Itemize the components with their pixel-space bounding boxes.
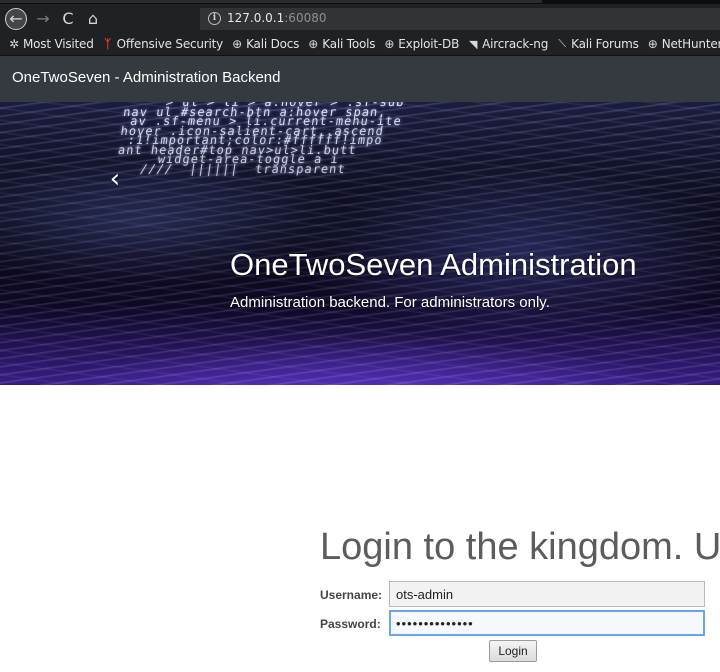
- carousel-prev-chevron-icon[interactable]: ‹: [104, 166, 126, 192]
- globe-icon: ⊕: [308, 37, 319, 51]
- site-navbar: OneTwoSeven - Administration Backend: [0, 56, 720, 102]
- reload-icon[interactable]: C: [56, 7, 80, 31]
- bookmark-exploit-db[interactable]: ⊕ Exploit-DB: [383, 37, 459, 51]
- gear-icon: ✲: [9, 37, 19, 51]
- bookmark-label: Exploit-DB: [398, 37, 460, 51]
- site-brand-link[interactable]: OneTwoSeven - Administration Backend: [12, 69, 280, 86]
- url-host: 127.0.0.1: [227, 11, 285, 25]
- kali-forums-icon: ⟍: [558, 37, 566, 50]
- aircrack-icon: ◥: [468, 37, 478, 51]
- url-port: :60080: [284, 11, 327, 25]
- bookmark-kali-docs[interactable]: ⊕ Kali Docs: [231, 37, 299, 51]
- bookmark-offensive-security[interactable]: ᛉ Offensive Security: [102, 37, 223, 51]
- hero-title: OneTwoSeven Administration: [230, 247, 637, 282]
- bookmark-label: Kali Tools: [322, 37, 376, 51]
- bookmark-kali-forums[interactable]: ⟍ Kali Forums: [556, 37, 639, 51]
- bookmark-most-visited[interactable]: ✲ Most Visited: [8, 37, 94, 51]
- kali-dragon-icon: ᛉ: [104, 37, 112, 51]
- bookmark-label: Aircrack-ng: [482, 37, 549, 51]
- bookmarks-toolbar: ✲ Most Visited ᛉ Offensive Security ⊕ Ka…: [0, 33, 720, 56]
- login-heading: Login to the kingdom. U: [320, 526, 720, 568]
- active-tab[interactable]: [0, 0, 542, 3]
- address-bar[interactable]: i 127.0.0.1:60080: [200, 8, 720, 30]
- hero-carousel: > ul > li > a:hover > .sf-subnav ul #sea…: [0, 102, 720, 385]
- hero-subtitle: Administration backend. For administrato…: [230, 294, 550, 311]
- bookmark-label: NetHunter: [661, 37, 720, 51]
- login-button[interactable]: Login: [489, 640, 537, 662]
- forward-arrow-icon[interactable]: →: [31, 7, 55, 31]
- navigation-toolbar: ← → C ⌂ i 127.0.0.1:60080: [0, 4, 720, 33]
- bookmark-nethunter[interactable]: ⊕ NetHunter: [647, 37, 720, 51]
- back-arrow-icon[interactable]: ←: [5, 8, 27, 30]
- bookmark-label: Kali Forums: [571, 37, 639, 51]
- globe-icon: ⊕: [647, 37, 658, 51]
- password-label: Password:: [320, 617, 381, 631]
- password-input[interactable]: [389, 610, 705, 636]
- bookmark-aircrack-ng[interactable]: ◥ Aircrack-ng: [467, 37, 548, 51]
- bookmark-label: Kali Docs: [246, 37, 300, 51]
- username-label: Username:: [320, 588, 383, 602]
- globe-icon: ⊕: [232, 37, 243, 51]
- home-icon[interactable]: ⌂: [81, 7, 105, 31]
- bookmark-kali-tools[interactable]: ⊕ Kali Tools: [307, 37, 375, 51]
- info-icon[interactable]: i: [208, 12, 221, 25]
- username-input[interactable]: [389, 581, 705, 607]
- url-text: 127.0.0.1:60080: [227, 11, 326, 25]
- hero-overlay: [0, 102, 720, 385]
- bookmark-label: Offensive Security: [116, 37, 224, 51]
- bookmark-label: Most Visited: [23, 37, 94, 51]
- globe-icon: ⊕: [384, 37, 395, 51]
